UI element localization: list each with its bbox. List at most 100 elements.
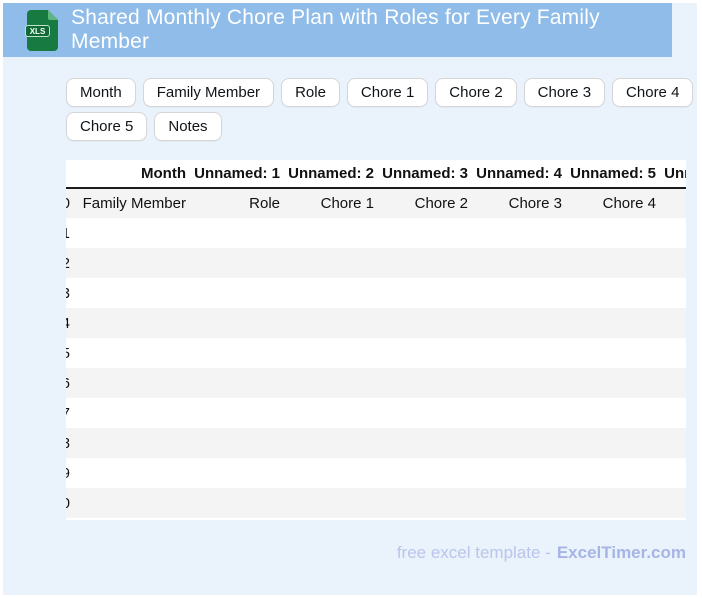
table-cell <box>476 338 570 368</box>
table-cell <box>664 428 686 458</box>
table-cell <box>194 398 288 428</box>
table-cell <box>664 278 686 308</box>
table-cell <box>74 338 194 368</box>
table-cell <box>382 278 476 308</box>
footer: free excel template - ExcelTimer.com <box>397 543 686 563</box>
table-cell <box>382 458 476 488</box>
table-cell <box>382 368 476 398</box>
table-cell <box>664 488 686 518</box>
table-header-cell: Unnamed: 6 <box>664 160 686 189</box>
row-index: 9 <box>66 458 74 488</box>
table-cell <box>570 308 664 338</box>
table-cell <box>664 308 686 338</box>
table-header-row-inner: Month Unnamed: 1 Unnamed: 2 Unnamed: 3 Unnam… <box>66 160 686 189</box>
table-cell <box>74 248 194 278</box>
table-cell <box>288 368 382 398</box>
table-row: 0 Family Member Role Chore 1 Chore 2 Chore 3 C… <box>66 188 686 218</box>
table-cell <box>288 428 382 458</box>
column-chips: Month Family Member Role Chore 1 Chore 2 Chor… <box>66 78 698 141</box>
table-row: 10 <box>66 488 686 518</box>
page: XLS Shared Monthly Chore Plan with Roles… <box>0 0 702 598</box>
table-row: 4 <box>66 308 686 338</box>
page-title: Shared Monthly Chore Plan with Roles for… <box>71 6 600 53</box>
row-index: 2 <box>66 248 74 278</box>
table-header-cell <box>66 160 74 189</box>
row-index: 4 <box>66 308 74 338</box>
table-header-cell: Unnamed: 1 <box>194 160 288 189</box>
table-cell <box>382 488 476 518</box>
table-cell <box>664 398 686 428</box>
table-cell <box>288 338 382 368</box>
table-header-cell: Unnamed: 3 <box>382 160 476 189</box>
table-cell <box>194 368 288 398</box>
table-cell <box>288 458 382 488</box>
table-cell <box>570 278 664 308</box>
table-cell <box>382 308 476 338</box>
table-cell <box>664 188 686 218</box>
table-cell <box>194 218 288 248</box>
table-cell <box>476 458 570 488</box>
table-cell <box>288 218 382 248</box>
table-cell <box>288 278 382 308</box>
table-cell <box>74 428 194 458</box>
chip-chore-3[interactable]: Chore 3 <box>523 78 606 107</box>
table-header-cell: Unnamed: 4 <box>476 160 570 189</box>
table-cell <box>570 488 664 518</box>
table-row: 2 <box>66 248 686 278</box>
table-cell <box>194 488 288 518</box>
table-cell <box>74 458 194 488</box>
table-cell <box>194 248 288 278</box>
row-index: 0 <box>66 188 74 218</box>
table-cell <box>664 368 686 398</box>
table-cell: Family Member <box>82 195 186 212</box>
row-index: 6 <box>66 368 74 398</box>
table-cell <box>194 458 288 488</box>
table-header-cell: Month <box>74 160 194 189</box>
table-header-cell: Unnamed: 5 <box>570 160 664 189</box>
table-cell <box>476 248 570 278</box>
footer-text: free excel template - <box>396 543 551 562</box>
table-cell <box>664 218 686 248</box>
table-cell <box>476 368 570 398</box>
xls-badge-text: XLS <box>30 27 46 36</box>
table-row: 5 <box>66 338 686 368</box>
table-row: 9 <box>66 458 686 488</box>
chip-chore-2[interactable]: Chore 2 <box>435 78 517 107</box>
table-cell: Chore 2 <box>414 195 468 212</box>
chip-chore-1[interactable]: Chore 1 <box>346 78 429 107</box>
row-index: 7 <box>66 398 74 428</box>
table-cell: Chore 3 <box>508 195 562 212</box>
table-row: 6 <box>66 368 686 398</box>
table-cell <box>382 218 476 248</box>
table-cell <box>288 398 382 428</box>
footer-brand-link[interactable]: ExcelTimer.com <box>557 543 686 562</box>
chip-chore-5[interactable]: Chore 5 <box>66 112 148 141</box>
table-cell <box>476 428 570 458</box>
table-cell <box>74 218 194 248</box>
chip-month[interactable]: Month <box>66 78 136 107</box>
row-index: 3 <box>66 278 74 308</box>
table-cell <box>194 278 288 308</box>
table-cell <box>664 458 686 488</box>
table-cell <box>194 308 288 338</box>
chip-chore-4[interactable]: Chore 4 <box>612 78 694 107</box>
chip-notes[interactable]: Notes <box>154 112 222 141</box>
table-cell <box>570 398 664 428</box>
table-cell <box>74 488 194 518</box>
table-cell <box>570 218 664 248</box>
table-cell <box>194 338 288 368</box>
row-index: 8 <box>66 428 74 458</box>
table-cell <box>382 338 476 368</box>
table-header-row: Month Unnamed: 1 Unnamed: 2 Unnamed: 3 Unnam… <box>66 160 686 189</box>
table-cell <box>570 458 664 488</box>
table-cell <box>570 248 664 278</box>
row-index: 5 <box>66 338 74 368</box>
xls-file-icon: XLS <box>25 9 58 51</box>
table-cell <box>476 398 570 428</box>
table-cell <box>570 428 664 458</box>
chip-role[interactable]: Role <box>281 78 340 107</box>
chip-family-member[interactable]: Family Member <box>142 78 275 107</box>
table-row: 7 <box>66 398 686 428</box>
table-cell <box>664 248 686 278</box>
table-cell: Chore 4 <box>602 195 656 212</box>
